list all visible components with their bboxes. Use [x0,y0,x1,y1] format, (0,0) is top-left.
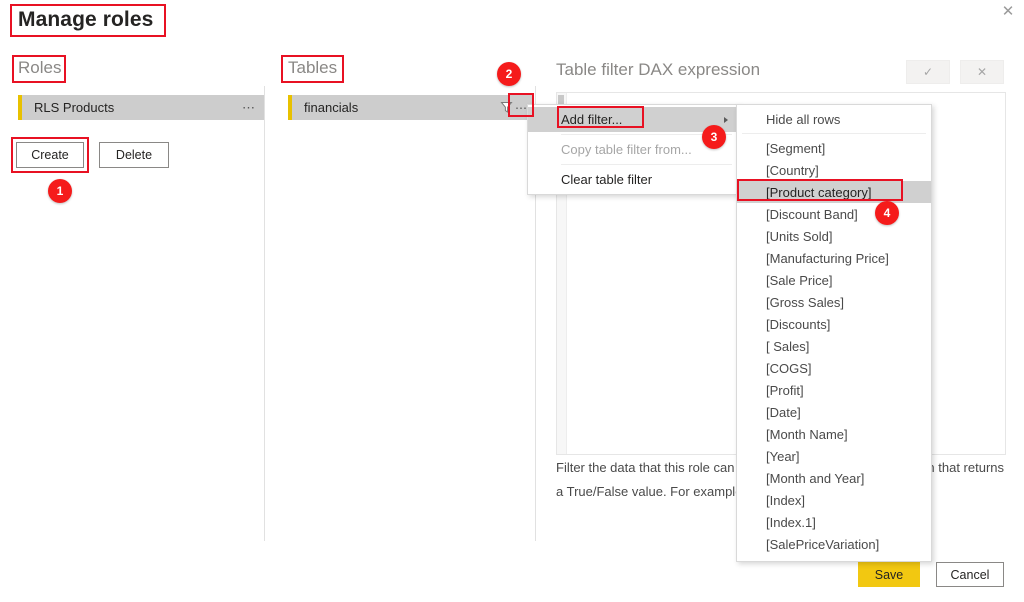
annotation-badge-2: 2 [497,62,521,86]
field-submenu-item[interactable]: [ Sales] [737,335,931,357]
dax-panel-title: Table filter DAX expression [556,60,761,79]
field-submenu-list: [Segment] [Country] [Product category] [Dis… [737,137,931,555]
dax-cancel-button[interactable]: ✕ [960,60,1004,84]
field-submenu-item[interactable]: [Product category] [737,181,931,203]
create-role-button[interactable]: Create [16,142,84,168]
field-submenu-item[interactable]: [Index.1] [737,511,931,533]
annotation-badge-1: 1 [48,179,72,203]
field-submenu-item[interactable]: [Gross Sales] [737,291,931,313]
field-submenu-item[interactable]: [Year] [737,445,931,467]
field-submenu-item-label: [Discount Band] [766,206,858,222]
field-submenu-item-label: [Gross Sales] [766,294,845,310]
field-submenu-item[interactable]: [COGS] [737,357,931,379]
field-submenu-item-label: [Year] [766,448,800,464]
cancel-button[interactable]: Cancel [936,562,1004,587]
tables-list-item[interactable]: financials ⋯ [288,95,534,120]
field-submenu-item-label: [Manufacturing Price] [766,250,889,266]
page-title: Manage roles [18,8,154,31]
field-submenu-item-label: [Month and Year] [766,470,865,486]
field-submenu-item-label: [Discounts] [766,316,831,332]
field-submenu-item[interactable]: [Month and Year] [737,467,931,489]
field-submenu-item-label: [Segment] [766,140,826,156]
annotation-badge-3: 3 [702,125,726,149]
field-submenu-item-label: [Month Name] [766,426,848,442]
roles-item-label: RLS Products [34,100,115,115]
save-button[interactable]: Save [858,562,920,587]
field-submenu-item-label: [SalePriceVariation] [766,536,880,552]
field-submenu-item-label: [Country] [766,162,819,178]
field-submenu-item-label: [Sale Price] [766,272,833,288]
field-submenu-item[interactable]: [Country] [737,159,931,181]
tables-heading: Tables [288,58,338,77]
roles-item-more-icon[interactable]: ⋯ [242,101,264,114]
field-submenu-item-label: [COGS] [766,360,812,376]
context-menu-item-label: Clear table filter [561,172,653,187]
field-submenu-item-label: [Profit] [766,382,804,398]
context-menu-item-clear-table-filter[interactable]: Clear table filter [528,167,738,192]
field-submenu-item[interactable]: [Manufacturing Price] [737,247,931,269]
roles-heading: Roles [18,58,62,77]
field-submenu-item[interactable]: [Units Sold] [737,225,931,247]
field-submenu-item[interactable]: [Segment] [737,137,931,159]
context-menu-item-label: Copy table filter from... [561,142,692,157]
field-submenu-item-label: [Index] [766,492,806,508]
field-submenu-item-label: [Date] [766,404,801,420]
field-submenu-item-label: Hide all rows [766,111,841,127]
field-submenu-item[interactable]: [Profit] [737,379,931,401]
context-menu-separator [561,164,732,165]
field-submenu-item[interactable]: [Discount Band] [737,203,931,225]
field-submenu-item-label: [Product category] [766,184,872,200]
delete-role-button[interactable]: Delete [99,142,169,168]
field-submenu-item[interactable]: [Discounts] [737,313,931,335]
tables-item-label: financials [304,100,359,115]
submenu-chevron-right-icon [724,116,728,123]
field-submenu: Hide all rows [Segment] [Country] [Product… [736,104,932,562]
field-submenu-separator [742,133,926,134]
window-close-icon[interactable]: ✕ [998,2,1018,22]
table-context-menu: Add filter... Copy table filter from... … [527,104,739,195]
divider-roles-tables [264,86,265,541]
field-submenu-item[interactable]: [Index] [737,489,931,511]
field-submenu-item[interactable]: [Sale Price] [737,269,931,291]
field-submenu-item[interactable]: [Month Name] [737,423,931,445]
annotation-badge-4: 4 [875,201,899,225]
field-submenu-item-label: [Units Sold] [766,228,833,244]
field-submenu-item-label: [Index.1] [766,514,816,530]
roles-list-item[interactable]: RLS Products ⋯ [18,95,264,120]
funnel-icon [500,102,513,113]
field-submenu-item[interactable]: [SalePriceVariation] [737,533,931,555]
field-submenu-item-hide-all-rows[interactable]: Hide all rows [737,108,931,130]
field-submenu-item-label: [ Sales] [766,338,810,354]
field-submenu-item[interactable]: [Date] [737,401,931,423]
context-menu-item-label: Add filter... [561,112,623,127]
dax-accept-button[interactable]: ✓ [906,60,950,84]
